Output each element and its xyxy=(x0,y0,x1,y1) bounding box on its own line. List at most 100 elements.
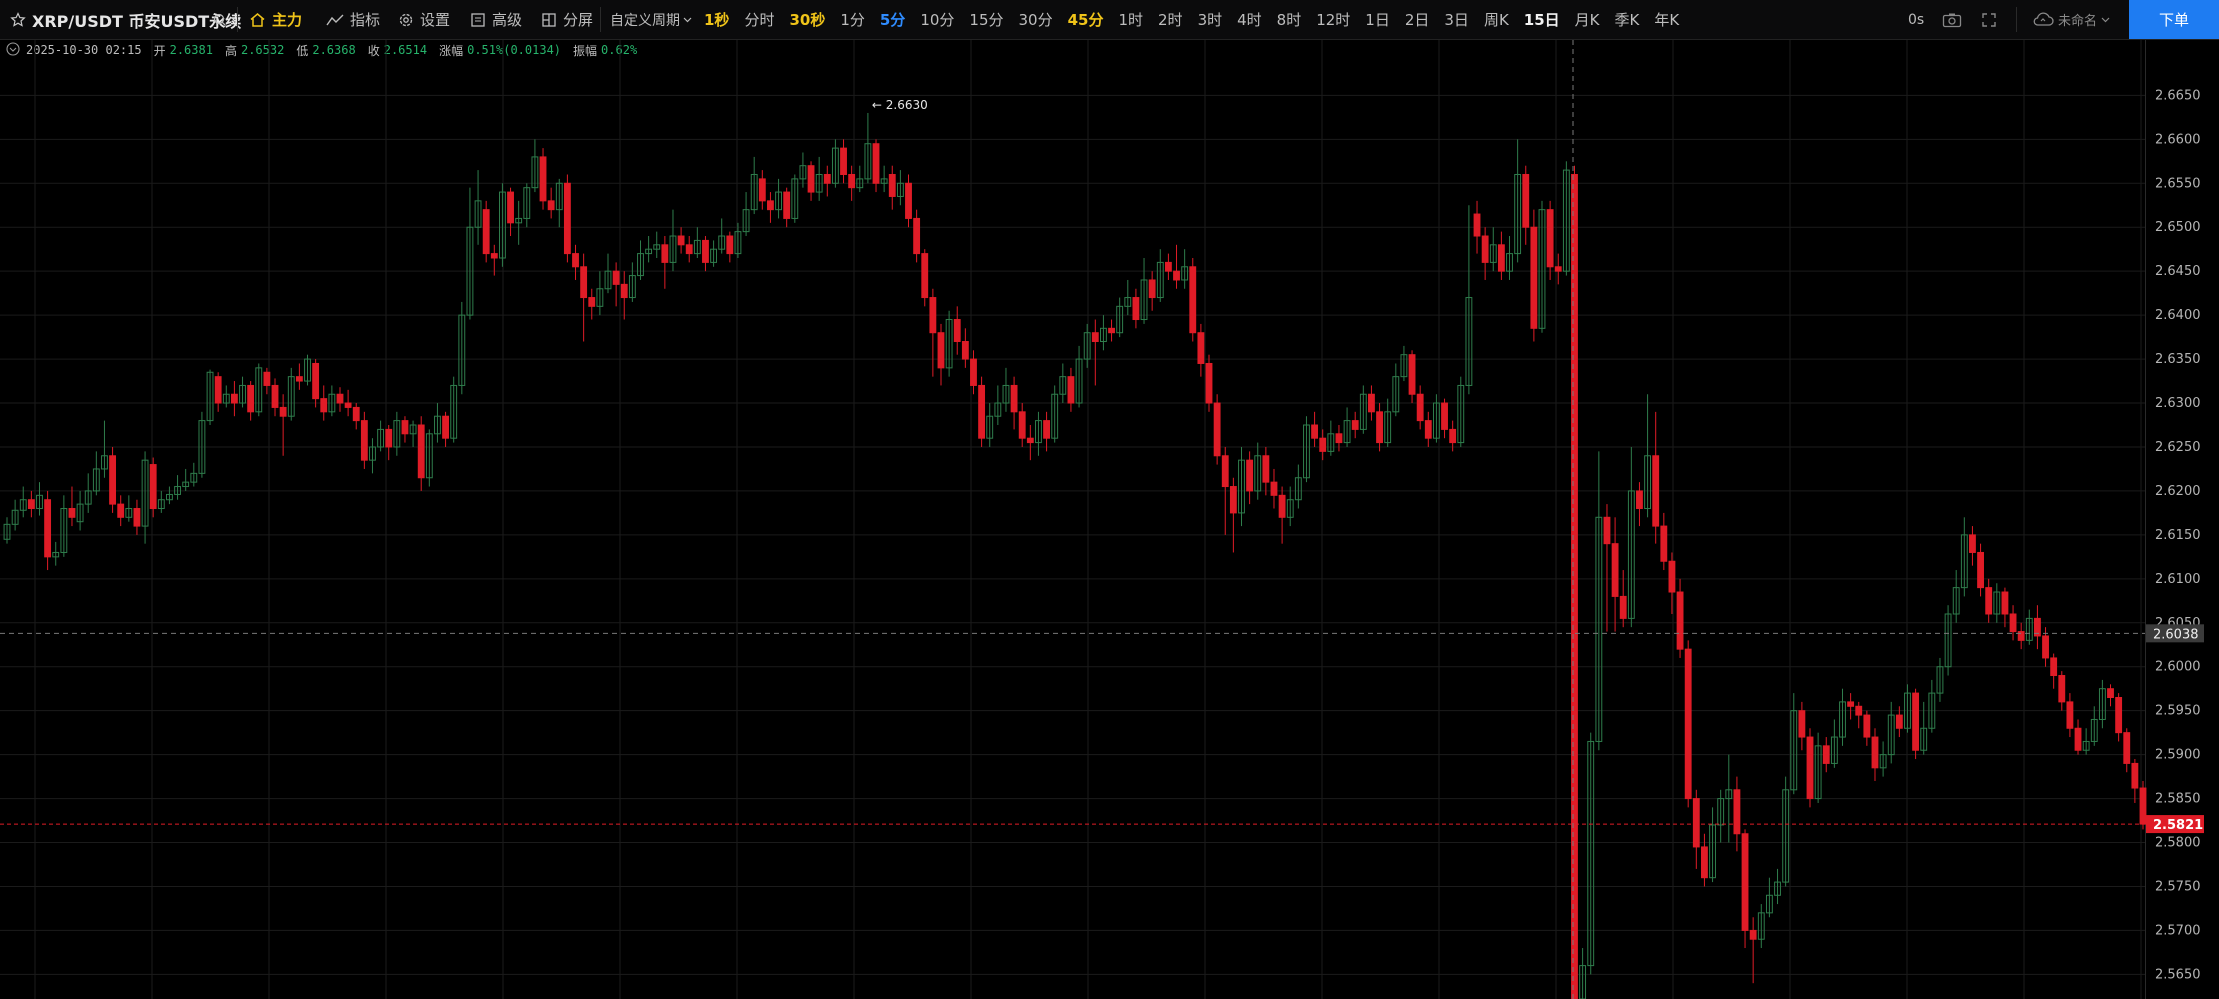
y-tick-label: 2.5700 xyxy=(2155,923,2201,938)
y-tick-label: 2.6200 xyxy=(2155,484,2201,499)
star-icon[interactable] xyxy=(10,11,26,28)
symbol-search-icon[interactable] xyxy=(213,0,227,39)
timeframe-tab-10[interactable]: 2时 xyxy=(1158,9,1183,30)
timeframe-tab-20[interactable]: 月K xyxy=(1575,9,1600,30)
timeframe-tab-3[interactable]: 1分 xyxy=(840,9,865,30)
candlestick-chart[interactable]: 2.6650 2.6600 2.6550 2.6500 2.6450 2.6400 2.63… xyxy=(0,40,2219,999)
candle-body xyxy=(758,178,766,202)
timeframe-tab-12[interactable]: 4时 xyxy=(1237,9,1262,30)
candle-body xyxy=(1270,481,1278,496)
candle-body xyxy=(840,147,847,175)
timeframe-tab-21[interactable]: 季K xyxy=(1615,9,1640,30)
candle-body xyxy=(1554,266,1562,272)
layout-name-dropdown[interactable]: 未命名 xyxy=(2032,0,2110,39)
candle-body xyxy=(2001,591,2009,615)
candle-body xyxy=(1221,455,1229,488)
candle-body xyxy=(1684,648,1692,800)
candle-body xyxy=(1636,490,1643,510)
timeframe-tab-11[interactable]: 3时 xyxy=(1198,9,1223,30)
timeframe-tab-14[interactable]: 12时 xyxy=(1316,9,1350,30)
candle-body xyxy=(1197,332,1205,364)
timeframe-tab-5[interactable]: 10分 xyxy=(920,9,954,30)
custom-period-dropdown[interactable]: 自定义周期 xyxy=(610,0,692,39)
place-order-button[interactable]: 下单 xyxy=(2129,0,2219,39)
timeframe-tab-15[interactable]: 1日 xyxy=(1365,9,1390,30)
timeframe-tab-9[interactable]: 1时 xyxy=(1118,9,1143,30)
y-tick-label: 2.6350 xyxy=(2155,352,2201,367)
candle-body xyxy=(1546,209,1554,268)
timeframe-tab-16[interactable]: 2日 xyxy=(1405,9,1430,30)
split-screen-button[interactable]: 分屏 xyxy=(541,0,593,39)
y-tick-label: 2.6400 xyxy=(2155,308,2201,323)
candle-body xyxy=(263,371,271,386)
advanced-button[interactable]: 高级 xyxy=(470,0,522,39)
candle-body xyxy=(1985,587,1993,615)
candle-body xyxy=(360,420,368,461)
candle-body xyxy=(1408,354,1416,395)
y-tick-label: 2.6100 xyxy=(2155,572,2201,587)
candle-body xyxy=(2115,696,2123,734)
candle-body xyxy=(1010,384,1018,413)
chevron-down-icon xyxy=(683,17,692,23)
timeframe-tab-17[interactable]: 3日 xyxy=(1444,9,1469,30)
candle-body xyxy=(507,191,514,224)
candle-body xyxy=(312,362,320,400)
candle-body xyxy=(1132,297,1140,321)
candle-body xyxy=(295,376,303,382)
candle-body xyxy=(1571,173,1578,999)
candle-body xyxy=(929,297,937,334)
camera-icon[interactable] xyxy=(1942,0,1962,39)
candle-body xyxy=(1319,437,1327,452)
candle-body xyxy=(961,341,969,360)
candle-body xyxy=(1847,701,1855,707)
candle-body xyxy=(848,173,856,189)
candle-body xyxy=(913,217,921,255)
y-tick-label: 2.5800 xyxy=(2155,836,2201,851)
candle-body xyxy=(1335,433,1343,444)
settings-button[interactable]: 设置 xyxy=(398,0,450,39)
timeframe-tab-8[interactable]: 45分 xyxy=(1068,9,1104,30)
last-price-label: 2.5821 xyxy=(2153,818,2203,833)
candle-body xyxy=(726,235,734,255)
candle-body xyxy=(1660,525,1668,562)
timeframe-tab-0[interactable]: 1秒 xyxy=(704,9,729,30)
y-tick-label: 2.5850 xyxy=(2155,792,2201,807)
y-tick-label: 2.5950 xyxy=(2155,704,2201,719)
timeframe-tab-6[interactable]: 15分 xyxy=(969,9,1003,30)
candle-body xyxy=(539,156,547,202)
candle-body xyxy=(279,406,287,417)
candle-body xyxy=(1205,362,1213,404)
candle-body xyxy=(1449,428,1457,444)
gear-icon xyxy=(398,12,414,28)
timeframe-tab-19[interactable]: 15日 xyxy=(1524,9,1560,30)
indicators-button[interactable]: 指标 xyxy=(326,0,380,39)
candle-body xyxy=(1871,736,1879,769)
timeframe-tab-4[interactable]: 5分 xyxy=(880,9,905,30)
candle-body xyxy=(1441,402,1448,430)
indicator-icon xyxy=(326,13,344,27)
candle-body xyxy=(247,384,255,413)
candle-body xyxy=(1067,376,1075,404)
candle-body xyxy=(336,393,344,404)
timeframe-tab-22[interactable]: 年K xyxy=(1654,9,1679,30)
candle-body xyxy=(1278,494,1286,518)
timeframe-tab-1[interactable]: 分时 xyxy=(744,9,774,30)
fullscreen-icon[interactable] xyxy=(1981,0,1997,39)
candle-body xyxy=(953,319,961,343)
candle-body xyxy=(767,200,774,211)
candle-body xyxy=(482,209,490,255)
timeframe-tab-18[interactable]: 周K xyxy=(1484,9,1509,30)
candle-body xyxy=(1855,705,1863,716)
candle-body xyxy=(905,182,912,219)
timeframe-tab-7[interactable]: 30分 xyxy=(1019,9,1053,30)
main-force-button[interactable]: 主力 xyxy=(249,0,302,39)
y-tick-label: 2.6450 xyxy=(2155,264,2201,279)
timeframe-tab-13[interactable]: 8时 xyxy=(1277,9,1302,30)
candle-body xyxy=(2066,701,2074,729)
symbol-selector[interactable]: XRP/USDT 币安USDT永续 xyxy=(10,0,241,39)
candle-body xyxy=(1351,420,1359,430)
timeframe-tab-2[interactable]: 30秒 xyxy=(789,9,825,30)
candle-body xyxy=(1668,560,1676,593)
candle-body xyxy=(1497,244,1505,272)
y-tick-label: 2.6300 xyxy=(2155,396,2201,411)
